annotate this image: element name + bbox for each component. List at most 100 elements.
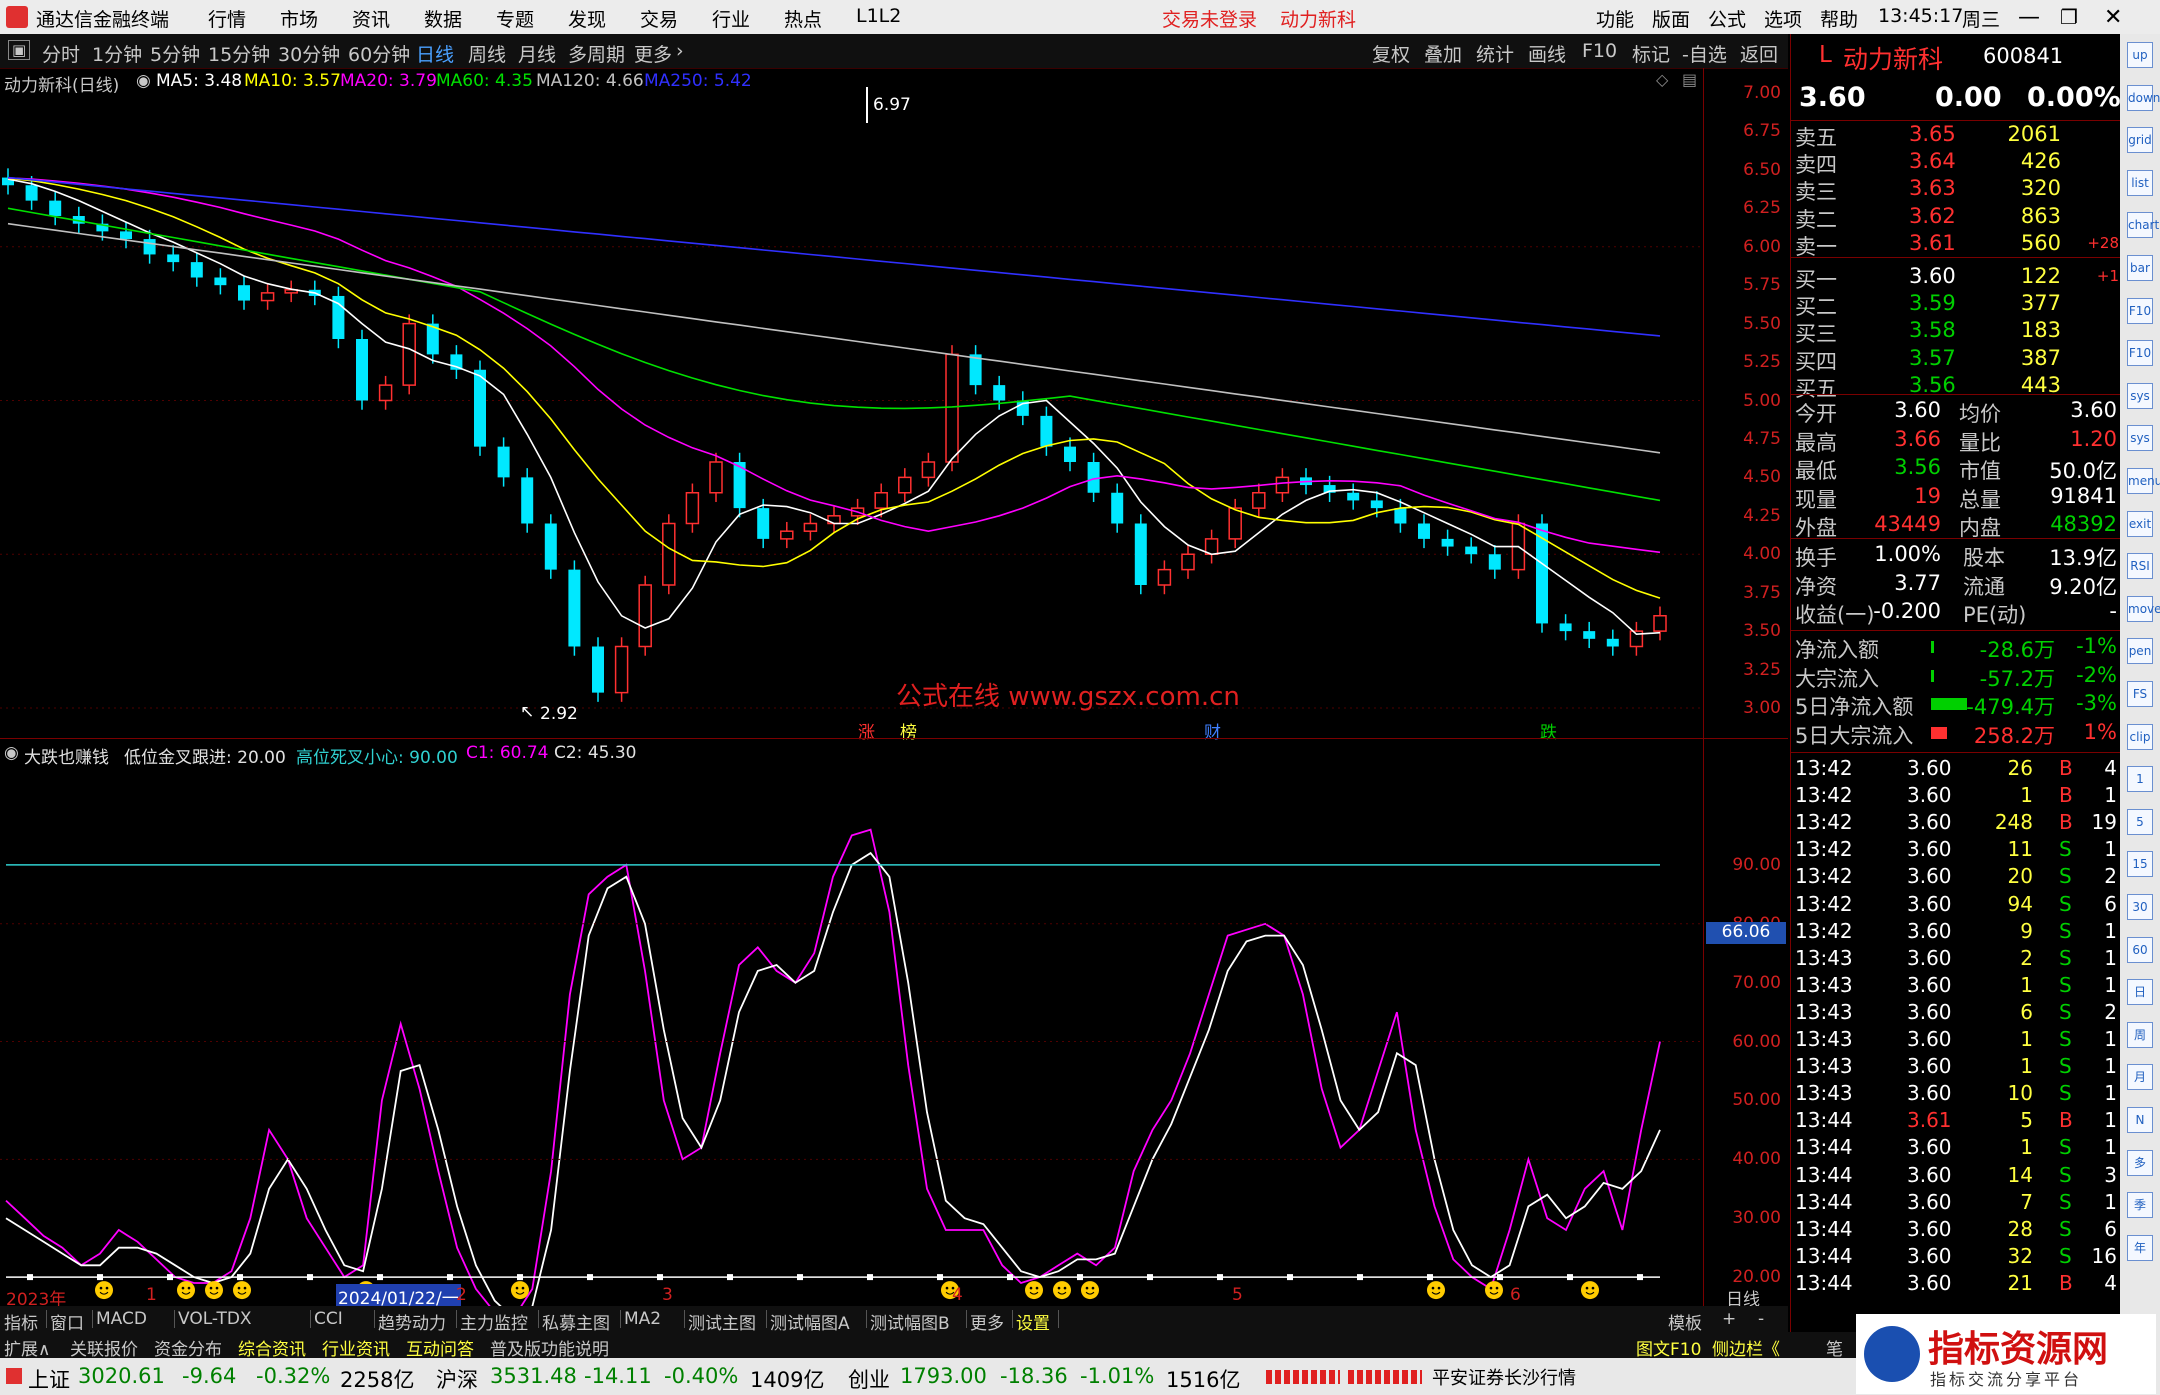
side-icon[interactable]: bar: [2127, 255, 2153, 281]
indicator-tab[interactable]: 主力监控: [460, 1309, 528, 1334]
side-icon[interactable]: exit: [2127, 510, 2153, 537]
ask-row[interactable]: 卖五 3.65 2061: [1791, 122, 2121, 150]
event-tag-bang[interactable]: 榜: [900, 718, 917, 743]
event-tag-cai[interactable]: 财: [1204, 718, 1221, 743]
extension-tab[interactable]: 行业资讯: [322, 1335, 390, 1360]
menu-item-l1l2[interactable]: L1L2: [856, 5, 901, 27]
indicator-tab[interactable]: 测试幅图B: [870, 1309, 950, 1334]
chevron-right-icon[interactable]: ›: [676, 40, 684, 62]
period-5min[interactable]: 5分钟: [150, 40, 200, 67]
side-icon[interactable]: sys: [2127, 382, 2153, 409]
indicator-tab[interactable]: 更多: [970, 1309, 1004, 1334]
tool-tongji[interactable]: 统计: [1476, 40, 1514, 67]
panel-control[interactable]: 笔: [1826, 1335, 1843, 1360]
period-30min[interactable]: 30分钟: [278, 40, 340, 67]
trade-login-link[interactable]: 交易未登录: [1162, 5, 1257, 32]
period-multi[interactable]: 多周期: [568, 40, 625, 67]
period-1min[interactable]: 1分钟: [92, 40, 142, 67]
minimize-icon[interactable]: —: [2018, 5, 2040, 30]
event-tag-die[interactable]: 跌: [1540, 718, 1557, 743]
template-control[interactable]: +: [1722, 1309, 1736, 1329]
ask-row[interactable]: 卖四 3.64 426: [1791, 149, 2121, 177]
side-icon[interactable]: grid: [2127, 127, 2153, 154]
event-tag-zhang[interactable]: 涨: [858, 718, 875, 743]
side-icon[interactable]: 月: [2127, 1064, 2153, 1091]
indicator-tab[interactable]: 指标: [4, 1309, 38, 1334]
menu-gongshi[interactable]: 公式: [1708, 5, 1746, 32]
side-icon[interactable]: sys: [2127, 425, 2153, 452]
side-icon[interactable]: menu: [2127, 468, 2160, 494]
flow-row[interactable]: 净流入额 -28.6万 -1%: [1791, 634, 2121, 662]
tool-f10[interactable]: F10: [1582, 40, 1617, 62]
ask-row[interactable]: 卖一 3.61 560 +28: [1791, 231, 2121, 259]
tool-biaoji[interactable]: 标记: [1632, 40, 1670, 67]
side-icon[interactable]: chart: [2127, 212, 2159, 239]
side-icon[interactable]: move: [2127, 595, 2160, 622]
panel-toggle-icon[interactable]: ▣: [8, 40, 31, 60]
menu-item-jiaoyi[interactable]: 交易: [640, 5, 678, 32]
index-name-chuangye[interactable]: 创业: [848, 1364, 890, 1394]
indicator-tab[interactable]: VOL-TDX: [178, 1309, 252, 1329]
tool-zixuan[interactable]: -自选: [1682, 40, 1727, 67]
side-icon[interactable]: F10: [2127, 297, 2153, 324]
indicator-tab[interactable]: 设置: [1016, 1309, 1050, 1334]
indicator-tab[interactable]: 测试幅图A: [770, 1309, 850, 1334]
ask-row[interactable]: 卖三 3.63 320: [1791, 176, 2121, 204]
menu-bangzhu[interactable]: 帮助: [1820, 5, 1858, 32]
index-name-shanghai[interactable]: 上证: [28, 1364, 70, 1394]
side-icon[interactable]: 多: [2127, 1149, 2153, 1176]
indicator-tab[interactable]: MACD: [96, 1309, 147, 1329]
side-icon[interactable]: 年: [2127, 1234, 2153, 1261]
template-control[interactable]: 模板: [1668, 1309, 1702, 1334]
period-monthly[interactable]: 月线: [518, 40, 556, 67]
menu-banmian[interactable]: 版面: [1652, 5, 1690, 32]
stock-name-link[interactable]: 动力新科: [1280, 5, 1356, 32]
bid-row[interactable]: 买四 3.57 387: [1791, 346, 2121, 374]
menu-item-hangqing[interactable]: 行情: [208, 5, 246, 32]
menu-item-hangye[interactable]: 行业: [712, 5, 750, 32]
indicator-tab[interactable]: 测试主图: [688, 1309, 756, 1334]
tool-fuquan[interactable]: 复权: [1372, 40, 1410, 67]
side-icon[interactable]: list: [2127, 169, 2153, 196]
flow-row[interactable]: 5日大宗流入 258.2万 1%: [1791, 720, 2121, 748]
menu-xuanxiang[interactable]: 选项: [1764, 5, 1802, 32]
menu-item-redian[interactable]: 热点: [784, 5, 822, 32]
period-fenshi[interactable]: 分时: [42, 40, 80, 67]
side-icon[interactable]: 30: [2127, 894, 2153, 920]
period-60min[interactable]: 60分钟: [348, 40, 410, 67]
period-weekly[interactable]: 周线: [468, 40, 506, 67]
side-icon[interactable]: clip: [2127, 723, 2153, 750]
panel-control[interactable]: 图文F10: [1636, 1335, 1701, 1360]
indicator-tab[interactable]: MA2: [624, 1309, 661, 1329]
side-icon[interactable]: 周: [2127, 1021, 2153, 1048]
side-icon[interactable]: 15: [2127, 851, 2153, 878]
bid-row[interactable]: 买一 3.60 122 +1: [1791, 264, 2121, 292]
indicator-tab[interactable]: 私募主图: [542, 1309, 610, 1334]
extension-tab[interactable]: 扩展∧: [4, 1335, 50, 1360]
menu-item-faxian[interactable]: 发现: [568, 5, 606, 32]
side-icon[interactable]: N: [2127, 1107, 2153, 1133]
side-icon[interactable]: 日: [2127, 979, 2153, 1006]
extension-tab[interactable]: 普及版功能说明: [490, 1335, 609, 1360]
tool-huaxian[interactable]: 画线: [1528, 40, 1566, 67]
side-icon[interactable]: 60: [2127, 936, 2153, 963]
side-icon[interactable]: 季: [2127, 1192, 2153, 1219]
extension-tab[interactable]: 关联报价: [70, 1335, 138, 1360]
side-icon[interactable]: up: [2127, 42, 2153, 68]
extension-tab[interactable]: 综合资讯: [238, 1335, 306, 1360]
extension-tab[interactable]: 互动问答: [406, 1335, 474, 1360]
extension-tab[interactable]: 资金分布: [154, 1335, 222, 1360]
restore-icon[interactable]: ❐: [2060, 5, 2078, 29]
menu-item-shichang[interactable]: 市场: [280, 5, 318, 32]
menu-item-shuju[interactable]: 数据: [424, 5, 462, 32]
side-icon[interactable]: FS: [2127, 681, 2153, 707]
panel-control[interactable]: 侧边栏《: [1712, 1335, 1780, 1360]
side-icon[interactable]: 1: [2127, 766, 2153, 793]
menu-item-zhuanti[interactable]: 专题: [496, 5, 534, 32]
index-name-hushen[interactable]: 沪深: [436, 1364, 478, 1394]
close-icon[interactable]: ✕: [2104, 5, 2122, 30]
side-icon[interactable]: RSI: [2127, 553, 2153, 580]
period-more[interactable]: 更多: [634, 40, 672, 67]
indicator-tab[interactable]: CCI: [314, 1309, 343, 1329]
side-icon[interactable]: pen: [2127, 638, 2153, 665]
